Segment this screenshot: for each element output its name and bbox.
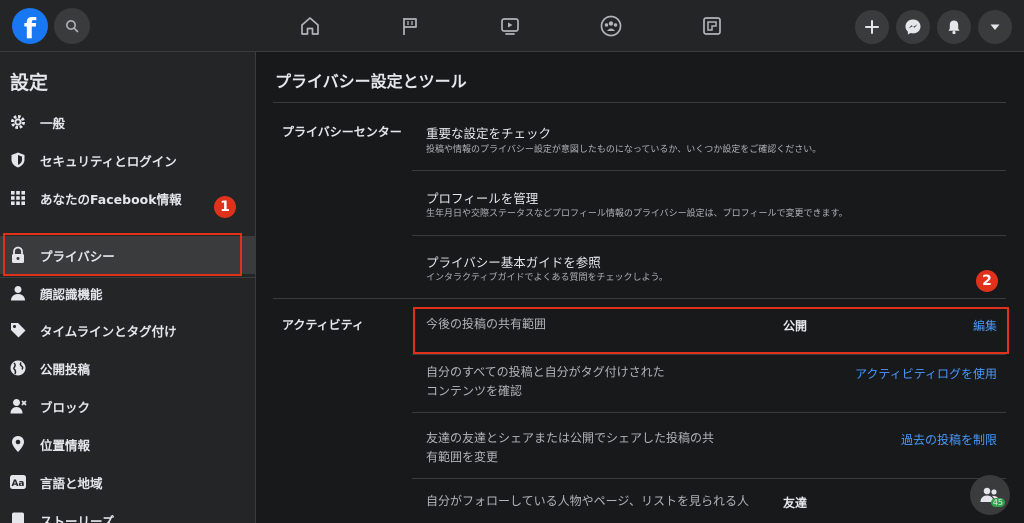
- sidebar-item-stories[interactable]: ストーリーズ: [0, 501, 255, 523]
- sidebar-item-label: セキュリティとログイン: [40, 153, 177, 169]
- nav-pages[interactable]: [394, 10, 426, 42]
- gaming-icon: [703, 17, 721, 35]
- globe-icon: [8, 358, 28, 378]
- annotation-badge-2: 2: [976, 270, 998, 292]
- online-count-badge: 45: [990, 498, 1005, 507]
- manage-profile-title[interactable]: プロフィールを管理: [426, 188, 538, 207]
- svg-text:Aa: Aa: [11, 479, 24, 489]
- limit-past-posts-link[interactable]: 過去の投稿を制限: [901, 431, 997, 448]
- annotation-highlight-privacy: [3, 233, 242, 276]
- sidebar-item-public-posts[interactable]: 公開投稿: [0, 349, 255, 387]
- annotation-highlight-future-posts: [413, 307, 1009, 354]
- shield-icon: [8, 150, 28, 170]
- sidebar-item-label: 顔認識機能: [40, 286, 103, 302]
- sidebar-item-timeline-tagging[interactable]: タイムラインとタグ付け: [0, 311, 255, 349]
- sidebar-item-label: 言語と地域: [40, 475, 103, 491]
- nav-gaming[interactable]: [696, 10, 728, 42]
- sidebar-item-label: あなたのFacebook情報: [40, 191, 182, 207]
- contacts-chat-button[interactable]: 45: [970, 475, 1010, 515]
- row-divider: [412, 170, 1006, 171]
- section-label-activity: アクティビティ: [282, 318, 364, 332]
- manage-profile-desc: 生年月日や交際ステータスなどプロフィール情報のプライバシー設定は、プロフィールで…: [426, 209, 848, 219]
- messenger-button[interactable]: [896, 10, 930, 44]
- top-navigation-bar: f: [0, 0, 1024, 52]
- bell-icon: [948, 20, 960, 35]
- person-icon: [8, 283, 28, 303]
- nav-home[interactable]: [294, 10, 326, 42]
- following-list-value: 友達: [783, 496, 808, 510]
- sidebar-item-blocking[interactable]: ブロック: [0, 387, 255, 425]
- stories-icon: [8, 510, 28, 523]
- sidebar-item-face-recognition[interactable]: 顔認識機能: [0, 274, 255, 312]
- sidebar-item-language-region[interactable]: Aa 言語と地域: [0, 463, 255, 501]
- privacy-basics-desc: インタラクティブガイドでよくある質問をチェックしよう。: [426, 273, 668, 283]
- notifications-button[interactable]: [937, 10, 971, 44]
- sidebar-item-label: ストーリーズ: [40, 513, 115, 523]
- caret-down-icon: [990, 24, 1000, 30]
- row-divider: [412, 478, 1006, 479]
- messenger-icon: [905, 19, 921, 35]
- following-list-label: 自分がフォローしている人物やページ、リストを見られる人: [426, 494, 750, 508]
- grid-icon: [8, 188, 28, 208]
- nav-groups[interactable]: [595, 10, 627, 42]
- limit-past-posts-label: 友達の友達とシェアまたは公開でシェアした投稿の共有範囲を変更: [426, 431, 715, 464]
- location-pin-icon: [8, 434, 28, 454]
- sidebar-item-label: 一般: [40, 115, 66, 131]
- account-menu-button[interactable]: [978, 10, 1012, 44]
- sidebar-item-label: タイムラインとタグ付け: [40, 323, 177, 339]
- groups-icon: [600, 15, 622, 37]
- sidebar-item-location[interactable]: 位置情報: [0, 425, 255, 463]
- search-icon: [66, 20, 79, 33]
- facebook-logo[interactable]: f: [12, 8, 48, 44]
- video-icon: [501, 18, 519, 35]
- privacy-settings-panel: プライバシー設定とツール プライバシーセンター 重要な設定をチェック 投稿や情報…: [257, 52, 1024, 523]
- sidebar-title: 設定: [10, 72, 49, 94]
- privacy-basics-title[interactable]: プライバシー基本ガイドを参照: [426, 252, 601, 271]
- sidebar-item-label: 公開投稿: [40, 361, 91, 377]
- flag-icon: [403, 18, 417, 35]
- plus-icon: [865, 20, 879, 34]
- nav-watch[interactable]: [494, 10, 526, 42]
- gear-icon: [8, 112, 28, 132]
- section-label-privacy-center: プライバシーセンター: [282, 125, 402, 139]
- sidebar-item-label: ブロック: [40, 399, 91, 415]
- sidebar-item-label: 位置情報: [40, 437, 91, 453]
- activity-log-link[interactable]: アクティビティログを使用: [855, 365, 997, 382]
- create-button[interactable]: [855, 10, 889, 44]
- home-icon: [301, 17, 319, 35]
- annotation-badge-1: 1: [214, 196, 236, 218]
- row-divider: [412, 412, 1006, 413]
- row-divider: [412, 354, 1006, 355]
- title-divider: [273, 102, 1006, 103]
- row-divider: [412, 235, 1006, 236]
- section-divider: [273, 298, 1006, 299]
- page-title: プライバシー設定とツール: [275, 72, 467, 91]
- tag-icon: [8, 320, 28, 340]
- search-button[interactable]: [54, 8, 90, 44]
- language-icon: Aa: [8, 472, 28, 492]
- sidebar-item-security[interactable]: セキュリティとログイン: [0, 141, 255, 179]
- settings-sidebar: 設定 一般 セキュリティとログイン あなたのFacebook情報 1 プライバシ…: [0, 52, 256, 523]
- privacy-check-desc: 投稿や情報のプライバシー設定が意図したものになっているか、いくつか設定をご確認く…: [426, 145, 822, 155]
- block-user-icon: [8, 396, 28, 416]
- sidebar-item-general[interactable]: 一般: [0, 103, 255, 141]
- privacy-check-title[interactable]: 重要な設定をチェック: [426, 123, 551, 142]
- activity-log-label: 自分のすべての投稿と自分がタグ付けされたコンテンツを確認: [426, 365, 665, 398]
